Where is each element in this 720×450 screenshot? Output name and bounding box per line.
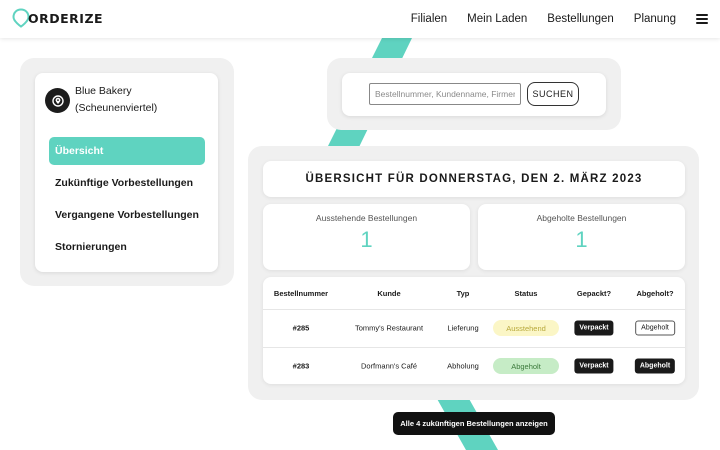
row2-type: Abholung — [447, 361, 479, 371]
table-header-number: Bestellnummer — [273, 289, 329, 298]
search-button[interactable]: SUCHEN — [527, 82, 579, 106]
table-header-packed: Gepackt? — [576, 289, 612, 298]
nav-filialen[interactable]: Filialen — [411, 13, 447, 25]
store-name: Blue Bakery (Scheunenviertel) — [75, 83, 157, 117]
stat-card-picked-up: Abgeholte Bestellungen 1 — [478, 204, 685, 270]
table-header-status: Status — [514, 289, 538, 298]
row2-customer: Dorfmann's Café — [360, 361, 418, 371]
row2-picked-toggle[interactable]: Abgeholt — [634, 358, 676, 374]
menu-item-vergangene-vorbestellungen[interactable]: Vergangene Vorbestellungen — [49, 201, 205, 229]
store-panel: Blue Bakery (Scheunenviertel) Übersicht … — [35, 73, 218, 272]
row1-picked-toggle[interactable]: Abgeholt — [635, 320, 675, 336]
table-header-customer: Kunde — [377, 289, 401, 298]
nav-bestellungen[interactable]: Bestellungen — [547, 13, 614, 25]
table-divider — [263, 309, 685, 310]
logo[interactable]: ORDERIZE — [12, 8, 103, 28]
orders-table: Bestellnummer Kunde Typ Status Gepackt? … — [263, 277, 685, 384]
row1-customer: Tommy's Restaurant — [354, 323, 424, 333]
search-panel: SUCHEN — [342, 73, 606, 116]
store-name-line1: Blue Bakery — [75, 85, 132, 97]
overview-title: ÜBERSICHT FÜR DONNERSTAG, DEN 2. MÄRZ 20… — [305, 173, 643, 185]
menu-item-zukuenftige-vorbestellungen[interactable]: Zukünftige Vorbestellungen — [49, 169, 205, 197]
overview-title-card: ÜBERSICHT FÜR DONNERSTAG, DEN 2. MÄRZ 20… — [263, 161, 685, 197]
stat-card-pending: Ausstehende Bestellungen 1 — [263, 204, 470, 270]
menu-item-stornierungen[interactable]: Stornierungen — [49, 233, 205, 261]
menu-item-uebersicht[interactable]: Übersicht — [49, 137, 205, 165]
stat-label-pending: Ausstehende Bestellungen — [315, 213, 418, 223]
row1-status-badge: Ausstehend — [493, 320, 559, 336]
stat-label-picked-up: Abgeholte Bestellungen — [536, 213, 627, 223]
stat-value-pending: 1 — [360, 227, 373, 252]
store-name-line2: (Scheunenviertel) — [75, 102, 158, 114]
search-input[interactable] — [369, 83, 521, 105]
top-navbar: ORDERIZE Filialen Mein Laden Bestellunge… — [0, 0, 720, 38]
logo-text: ORDERIZE — [28, 10, 104, 26]
show-all-orders-button[interactable]: Alle 4 zukünftigen Bestellungen anzeigen — [393, 412, 555, 435]
main-nav: Filialen Mein Laden Bestellungen Planung — [391, 0, 708, 38]
table-header-type: Typ — [456, 289, 470, 298]
table-header-picked: Abgeholt? — [636, 289, 674, 298]
row2-number: #283 — [292, 361, 310, 371]
hamburger-menu-icon[interactable] — [696, 14, 708, 24]
row1-packed-toggle[interactable]: Verpackt — [574, 320, 614, 336]
location-pin-icon — [45, 88, 70, 113]
page: ORDERIZE Filialen Mein Laden Bestellunge… — [0, 0, 720, 450]
row2-packed-toggle[interactable]: Verpackt — [574, 358, 614, 374]
table-divider — [263, 347, 685, 348]
row2-status-badge: Abgeholt — [493, 358, 559, 374]
row1-type: Lieferung — [447, 323, 479, 333]
nav-mein-laden[interactable]: Mein Laden — [467, 13, 527, 25]
row1-number: #285 — [292, 323, 310, 333]
nav-planung[interactable]: Planung — [634, 13, 676, 25]
stat-value-picked-up: 1 — [575, 227, 588, 252]
